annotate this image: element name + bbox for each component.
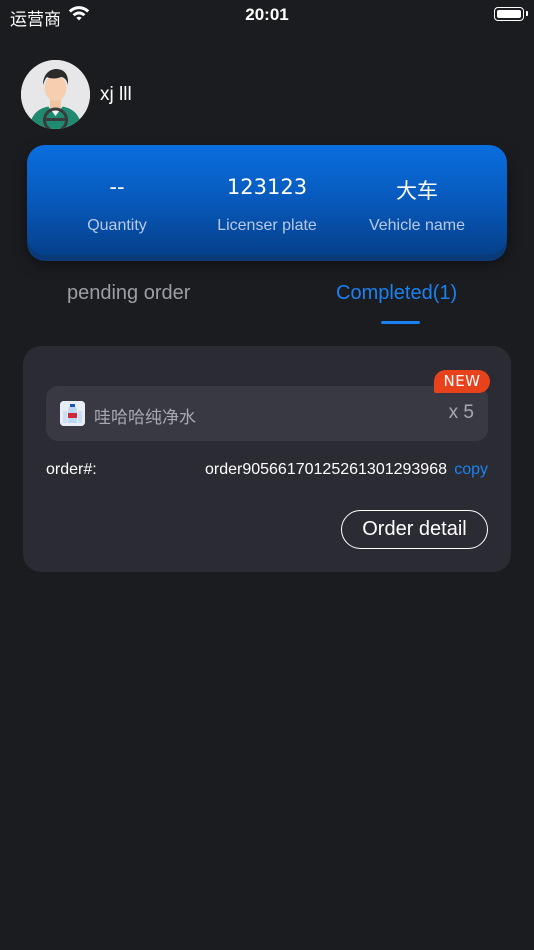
order-card[interactable]: 哇哈哈纯净水 x 5 NEW order#: order905661701252… — [23, 346, 511, 572]
order-number-label: order#: — [46, 461, 97, 478]
copy-button[interactable]: copy — [454, 461, 488, 479]
active-tab-indicator — [381, 321, 420, 324]
user-name: xj lll — [100, 84, 132, 105]
clock: 20:01 — [245, 5, 289, 24]
product-row: 哇哈哈纯净水 x 5 — [46, 386, 488, 441]
driver-avatar-icon — [21, 60, 90, 129]
vehicle-stats-card: -- Quantity 123123 Licenser plate 大车 Veh… — [27, 145, 507, 255]
tab-pending-order[interactable]: pending order — [67, 282, 190, 305]
avatar[interactable] — [21, 60, 90, 129]
stat-label: Quantity — [87, 217, 147, 234]
stat-value: 大车 — [396, 179, 438, 203]
order-number: order905661701252613012939​68 — [204, 461, 447, 478]
stat-value: -- — [109, 175, 125, 199]
product-quantity: x 5 — [448, 402, 474, 423]
order-tabs: pending order Completed(1) — [0, 270, 534, 330]
stat-label: Licenser plate — [217, 217, 317, 234]
order-detail-button[interactable]: Order detail — [341, 510, 488, 549]
new-badge: NEW — [434, 370, 490, 393]
stat-label: Vehicle name — [368, 217, 466, 234]
battery-level — [497, 10, 521, 18]
stat-value: 123123 — [226, 175, 308, 199]
water-bottle-icon — [60, 401, 85, 426]
tab-completed[interactable]: Completed(1) — [336, 282, 457, 305]
status-bar: 运营商 20:01 — [0, 0, 534, 32]
battery-icon — [494, 7, 528, 21]
product-name: 哇哈哈纯净水 — [94, 408, 196, 428]
